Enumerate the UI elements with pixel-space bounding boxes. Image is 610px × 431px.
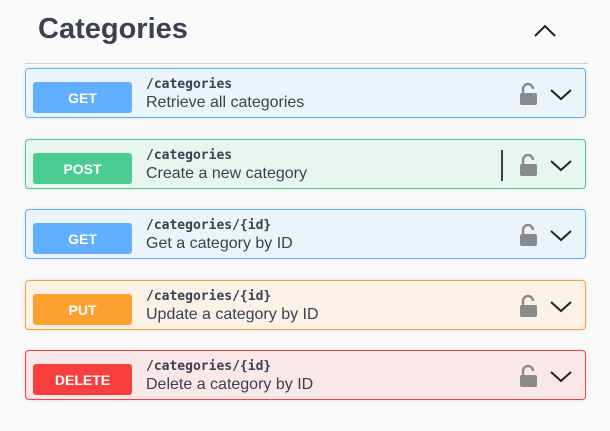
operation-put-category-by-id[interactable]: PUT /categories/{id} Update a category b… <box>25 280 586 330</box>
collapse-button[interactable] <box>532 18 558 44</box>
method-badge: DELETE <box>33 364 132 395</box>
method-badge: PUT <box>33 294 132 325</box>
chevron-down-icon[interactable] <box>548 155 574 175</box>
operation-path: /categories <box>146 77 233 92</box>
operation-summary: Delete a category by ID <box>146 376 314 393</box>
operation-get-categories[interactable]: GET /categories Retrieve all categories <box>25 68 586 118</box>
method-badge: GET <box>33 223 132 254</box>
divider <box>501 150 503 181</box>
chevron-up-icon <box>534 24 556 37</box>
operation-post-categories[interactable]: POST /categories Create a new category <box>25 139 586 189</box>
operation-delete-category-by-id[interactable]: DELETE /categories/{id} Delete a categor… <box>25 350 586 400</box>
lock-icon[interactable] <box>518 294 540 318</box>
lock-icon[interactable] <box>518 153 540 177</box>
method-badge: POST <box>33 153 132 184</box>
operation-path: /categories <box>146 148 233 163</box>
lock-icon[interactable] <box>518 364 540 388</box>
operation-path: /categories/{id} <box>146 289 272 304</box>
operation-get-category-by-id[interactable]: GET /categories/{id} Get a category by I… <box>25 209 586 259</box>
operation-path: /categories/{id} <box>146 359 272 374</box>
chevron-down-icon[interactable] <box>548 366 574 386</box>
section-header[interactable]: Categories <box>25 0 588 64</box>
operation-summary: Update a category by ID <box>146 306 319 323</box>
lock-icon[interactable] <box>518 82 540 106</box>
chevron-down-icon[interactable] <box>548 84 574 104</box>
operation-summary: Create a new category <box>146 165 307 182</box>
chevron-down-icon[interactable] <box>548 225 574 245</box>
lock-icon[interactable] <box>518 223 540 247</box>
operation-summary: Get a category by ID <box>146 235 293 252</box>
section-title: Categories <box>38 13 188 45</box>
method-badge: GET <box>33 82 132 113</box>
operation-summary: Retrieve all categories <box>146 94 305 111</box>
chevron-down-icon[interactable] <box>548 296 574 316</box>
operation-path: /categories/{id} <box>146 218 272 233</box>
